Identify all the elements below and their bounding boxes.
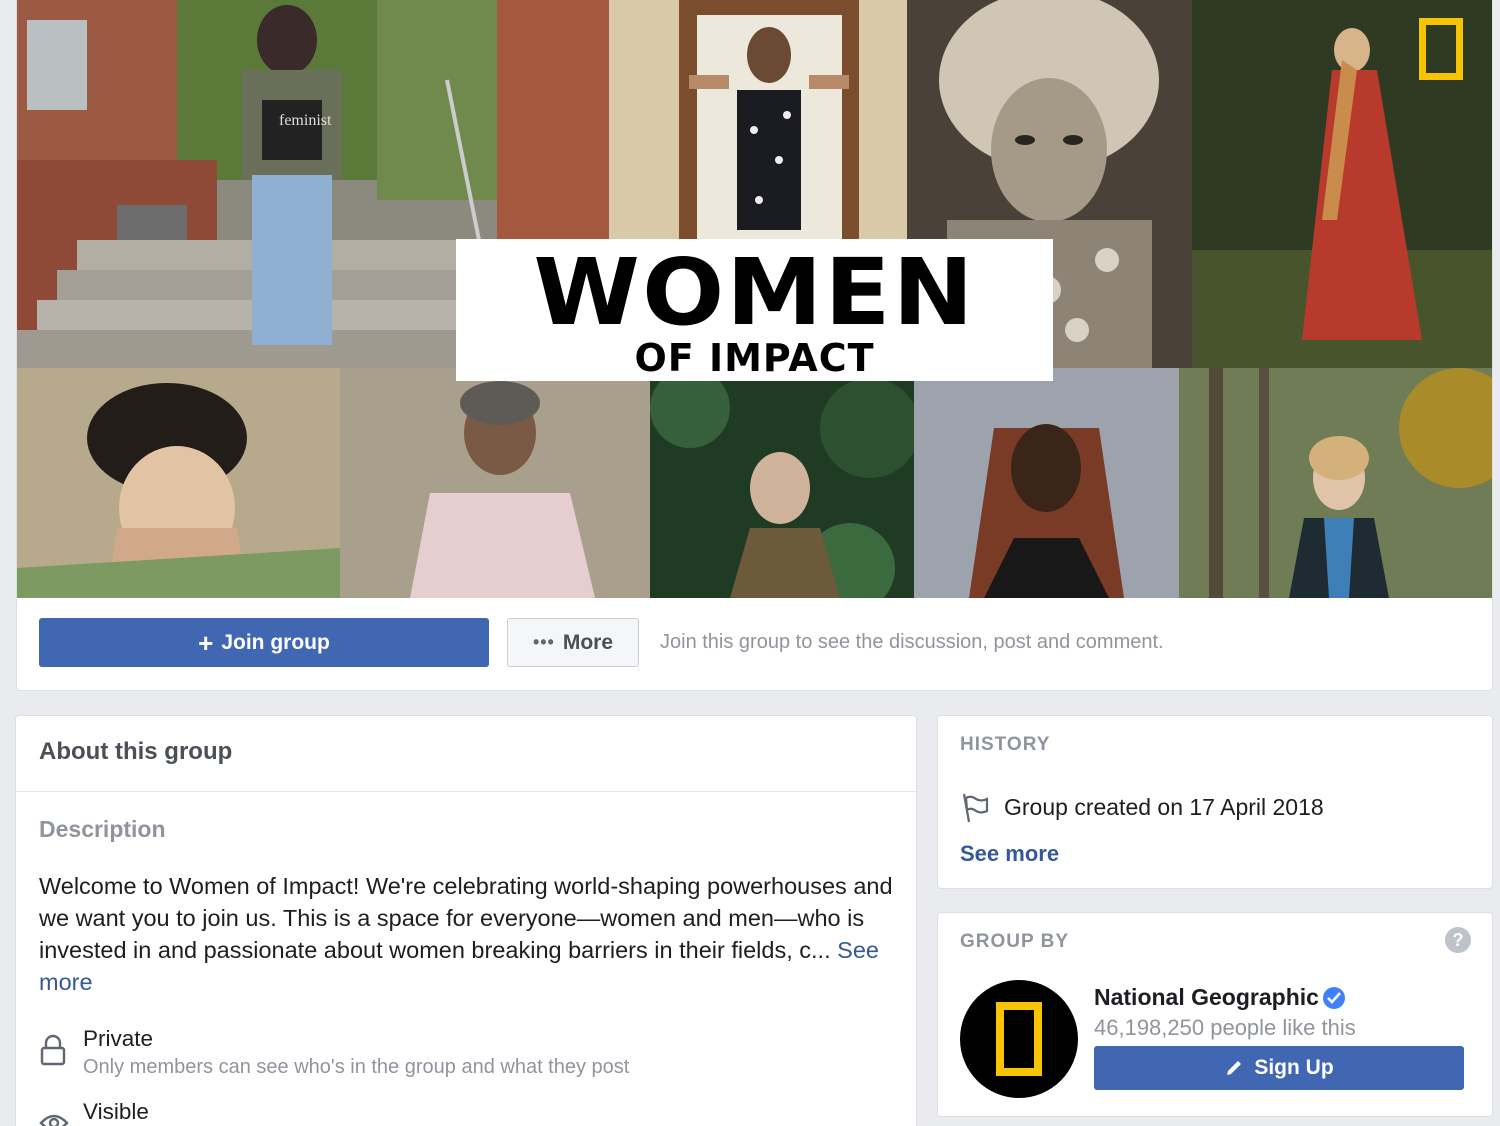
description-text: Welcome to Women of Impact! We're celebr… <box>39 870 899 998</box>
visibility-label: Visible <box>83 1099 149 1124</box>
page-likes-count: 46,198,250 people like this <box>1094 1015 1356 1040</box>
natgeo-avatar[interactable] <box>960 980 1078 1098</box>
natgeo-logo-icon <box>1419 18 1463 80</box>
flag-icon <box>962 793 989 823</box>
join-group-button[interactable]: + Join group <box>39 618 489 667</box>
plus-icon: + <box>198 627 214 658</box>
group-created-text: Group created on 17 April 2018 <box>1004 794 1324 820</box>
cover-tile-foliage <box>650 368 914 598</box>
join-group-label: Join group <box>221 630 330 654</box>
lock-icon <box>40 1034 66 1066</box>
group-by-card: GROUP BY ? National Geographic 46,198,25… <box>937 912 1493 1117</box>
more-label: More <box>562 630 614 654</box>
group-action-row: + Join group ••• More Join this group to… <box>17 598 1492 690</box>
cover-title-main: WOMEN <box>533 239 976 346</box>
eye-icon <box>39 1114 69 1126</box>
cover-tile-braids <box>914 368 1179 598</box>
sign-up-label: Sign Up <box>1254 1056 1334 1079</box>
page-name-link[interactable]: National Geographic <box>1094 984 1345 1011</box>
cover-tile-forest <box>1179 368 1492 598</box>
privacy-description: Only members can see who's in the group … <box>83 1056 630 1078</box>
cover-tile-laughing <box>17 368 340 598</box>
about-title: About this group <box>16 716 916 792</box>
history-card: HISTORY Group created on 17 April 2018 S… <box>937 715 1493 889</box>
group-header-card: feminist WOMEN OF IMPACT + Join group ••… <box>16 0 1493 691</box>
description-heading: Description <box>39 816 166 842</box>
history-label: HISTORY <box>960 734 1051 755</box>
sign-up-button[interactable]: Sign Up <box>1094 1046 1464 1090</box>
cover-photo[interactable]: feminist WOMEN OF IMPACT <box>17 0 1492 598</box>
history-see-more-link[interactable]: See more <box>960 841 1059 867</box>
join-hint-text: Join this group to see the discussion, p… <box>660 631 1164 653</box>
about-group-card: About this group Description Welcome to … <box>15 715 917 1126</box>
more-button[interactable]: ••• More <box>507 618 639 667</box>
svg-text:feminist: feminist <box>279 112 332 129</box>
pencil-icon <box>1227 1061 1242 1075</box>
more-dots-icon: ••• <box>532 632 555 652</box>
page-name: National Geographic <box>1094 984 1319 1010</box>
group-by-label: GROUP BY <box>960 931 1070 952</box>
verified-badge-icon <box>1322 986 1345 1009</box>
help-icon[interactable]: ? <box>1445 927 1471 953</box>
cover-tile-pink-shirt <box>340 368 650 598</box>
description-body: Welcome to Women of Impact! We're celebr… <box>39 873 893 963</box>
cover-title-box: WOMEN OF IMPACT <box>456 239 1053 381</box>
natgeo-rectangle-icon <box>996 1002 1042 1076</box>
privacy-label: Private <box>83 1026 154 1051</box>
